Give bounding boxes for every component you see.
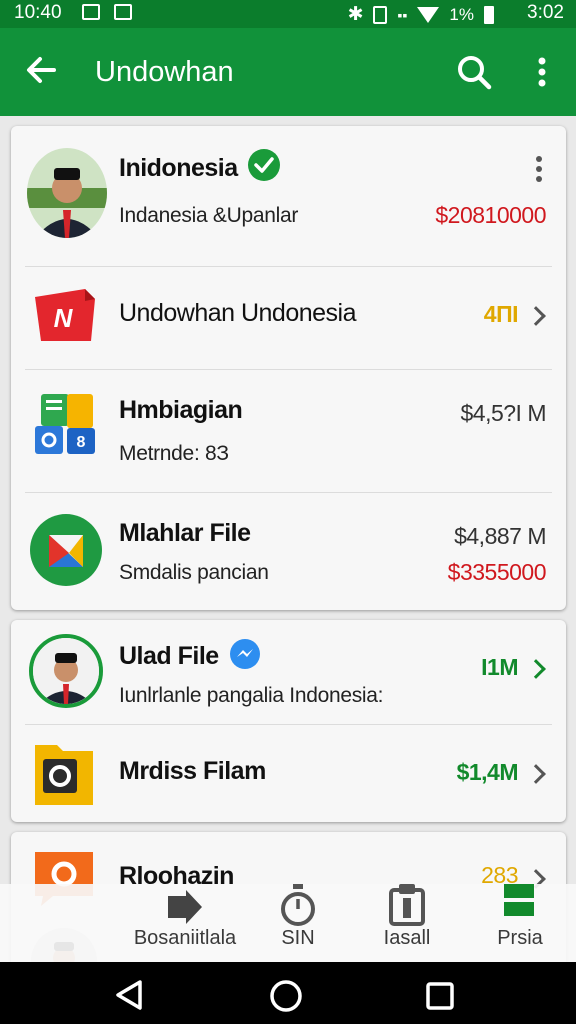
svg-text:N: N <box>54 303 74 333</box>
sim-icon <box>373 5 388 24</box>
nav-label: Prsia <box>497 927 543 949</box>
item-subtitle: Metrnde: 8З <box>119 442 229 465</box>
item-value: $4,5?I M <box>460 400 547 426</box>
list-item[interactable]: N Undowhan Undonesia 4ПI <box>11 267 566 369</box>
profile-name: Inidonesia <box>119 154 238 182</box>
chevron-right-icon <box>526 306 546 326</box>
back-button[interactable] <box>20 48 64 92</box>
profile-value: $20810000 <box>435 202 546 228</box>
avatar <box>29 634 103 708</box>
app-n-icon: N <box>35 289 95 341</box>
wifi-icon <box>417 6 440 23</box>
card-accounts: Inidonesia Indanesia &Upanlar $20810000 … <box>11 126 566 610</box>
status-time-left: 10:40 <box>14 2 62 23</box>
bluetooth-icon: ✱ <box>347 4 364 25</box>
list-item[interactable]: 8 Hmbiagian $4,5?I M Metrnde: 8З <box>11 370 566 492</box>
overflow-menu-button[interactable] <box>524 50 560 94</box>
maps-icon <box>30 514 102 586</box>
nav-label: SIN <box>281 927 315 949</box>
nav-item-3[interactable]: Prsia <box>470 884 570 962</box>
flag-icon <box>504 884 534 916</box>
verified-icon <box>248 149 280 181</box>
app-bar: Undowhan <box>0 28 576 116</box>
avatar <box>27 148 107 238</box>
arrow-left-icon <box>27 57 56 83</box>
search-icon <box>458 56 492 90</box>
notification-icon <box>82 4 100 20</box>
item-value: $1,4M <box>456 759 519 785</box>
nav-label: Iasall <box>383 927 431 949</box>
chevron-right-icon <box>526 659 546 679</box>
status-time-right: 3:02 <box>527 2 564 23</box>
battery-percent: 1% <box>449 4 474 24</box>
item-name: Mlahlar File <box>119 519 251 547</box>
clipboard-icon <box>389 884 425 926</box>
list-item[interactable]: Mlahlar File $4,887 M Smdalis pancian $3… <box>11 493 566 610</box>
nav-item-2[interactable]: Iasall <box>362 884 452 962</box>
list-item[interactable]: Mrdiss Filam $1,4M <box>11 725 566 822</box>
recents-square-icon[interactable] <box>424 980 456 1012</box>
card-files: Ulad File I1M Iunlrlanle pangalia Indone… <box>11 620 566 822</box>
item-name: Undowhan Undonesia <box>119 299 357 327</box>
item-value-secondary: $3355000 <box>447 559 547 585</box>
battery-icon <box>484 5 494 24</box>
item-value: 4ПI <box>483 301 519 327</box>
more-vertical-icon[interactable] <box>529 154 549 184</box>
status-bar: 10:40 ✱ ▪▪ 1% 3:02 <box>0 0 576 28</box>
nav-item-1[interactable]: SIN <box>258 884 338 962</box>
item-name: Hmbiagian <box>119 396 243 424</box>
page-title: Undowhan <box>95 56 234 88</box>
system-navigation-bar <box>0 962 576 1024</box>
message-icon <box>114 4 132 20</box>
messenger-icon <box>230 639 260 669</box>
item-name: Mrdiss Filam <box>119 757 266 785</box>
folder-icon <box>35 745 93 805</box>
home-circle-icon[interactable] <box>268 978 304 1014</box>
item-subtitle: Iunlrlanle pangalia Indonesia: <box>119 684 384 707</box>
chevron-right-icon <box>526 764 546 784</box>
more-vertical-icon <box>538 57 546 87</box>
play-icon <box>168 890 202 924</box>
profile-subtitle: Indanesia &Upanlar <box>119 204 299 227</box>
nav-label: Bosaniitlala <box>133 927 237 949</box>
nav-item-0[interactable]: Bosaniitlala <box>100 884 270 962</box>
stopwatch-icon <box>281 884 315 926</box>
apps-grid-icon: 8 <box>35 394 95 454</box>
signal-icon: ▪▪ <box>397 6 408 23</box>
item-name: Ulad File <box>119 642 219 670</box>
search-button[interactable] <box>452 50 496 94</box>
svg-text:8: 8 <box>77 434 86 451</box>
list-item[interactable]: Ulad File I1M Iunlrlanle pangalia Indone… <box>11 620 566 724</box>
item-subtitle: Smdalis pancian <box>119 561 269 584</box>
profile-row[interactable]: Inidonesia Indanesia &Upanlar $20810000 <box>11 126 566 266</box>
item-value: $4,887 M <box>454 523 546 549</box>
back-triangle-icon[interactable] <box>112 978 146 1012</box>
bottom-navigation: Bosaniitlala SIN Iasall Prsia <box>0 884 576 962</box>
item-value: I1M <box>481 654 518 680</box>
